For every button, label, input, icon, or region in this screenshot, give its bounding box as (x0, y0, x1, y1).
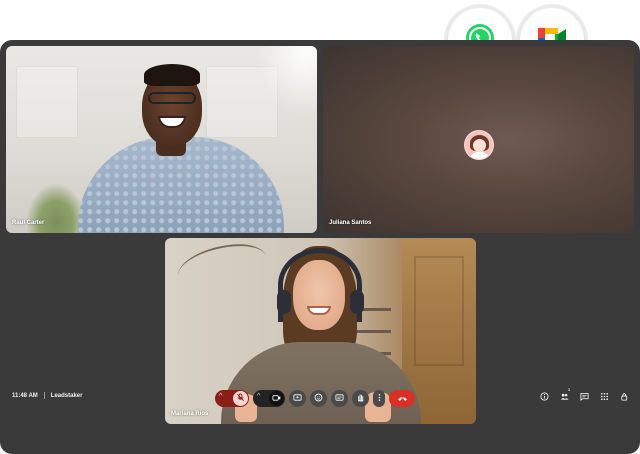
camera-control-group[interactable]: ^ (253, 389, 285, 407)
info-icon (539, 388, 549, 406)
meeting-tools: 3 (537, 387, 631, 404)
clock: 11:48 AM (12, 392, 38, 399)
raise-hand-icon (356, 389, 365, 407)
call-controls: ^ ^ (215, 389, 415, 407)
present-button[interactable] (289, 389, 306, 407)
camera-toggle-button[interactable] (269, 389, 284, 407)
mic-off-icon (236, 389, 245, 407)
activities-button[interactable] (597, 390, 611, 404)
participant-hair (144, 64, 200, 86)
captions-icon (335, 389, 344, 407)
meeting-info-button[interactable] (537, 390, 551, 404)
participant-name: Raul Carter (12, 220, 45, 226)
mic-control-group[interactable]: ^ (215, 389, 249, 407)
chevron-up-icon[interactable]: ^ (219, 393, 222, 400)
host-controls-button[interactable] (617, 390, 631, 404)
chat-icon (579, 388, 589, 406)
divider (43, 392, 45, 399)
plant-branch (174, 239, 270, 295)
emoji-button[interactable] (310, 389, 327, 407)
activities-icon (600, 388, 609, 406)
people-button[interactable]: 3 (557, 387, 571, 404)
camera-icon (272, 389, 281, 407)
present-screen-icon (293, 389, 302, 407)
participant-name: Mariana Rios (171, 411, 209, 417)
participant-tile[interactable]: Juliana Santos (323, 46, 634, 233)
headset (278, 248, 362, 322)
headset-earcup (350, 290, 364, 314)
more-options-icon (375, 389, 384, 407)
window-light (257, 46, 317, 116)
people-count-badge: 3 (567, 387, 570, 392)
meeting-name: Leadstaker (50, 392, 83, 399)
glasses (148, 92, 196, 104)
captions-button[interactable] (331, 389, 348, 407)
more-options-button[interactable] (373, 389, 385, 407)
mic-toggle-button[interactable] (233, 389, 248, 407)
wall-panel (16, 66, 78, 138)
host-controls-icon (620, 388, 629, 406)
participant-tile[interactable]: Raul Carter (6, 46, 317, 233)
avatar (464, 130, 494, 160)
headset-earcup (277, 290, 291, 314)
raise-hand-button[interactable] (352, 389, 369, 407)
chat-button[interactable] (577, 390, 591, 404)
meeting-details: 11:48 AM Leadstaker (12, 392, 82, 399)
end-call-button[interactable] (389, 389, 415, 407)
participant-name: Juliana Santos (329, 220, 372, 226)
chevron-up-icon[interactable]: ^ (257, 393, 260, 400)
end-call-icon (397, 389, 408, 407)
emoji-icon (314, 389, 323, 407)
